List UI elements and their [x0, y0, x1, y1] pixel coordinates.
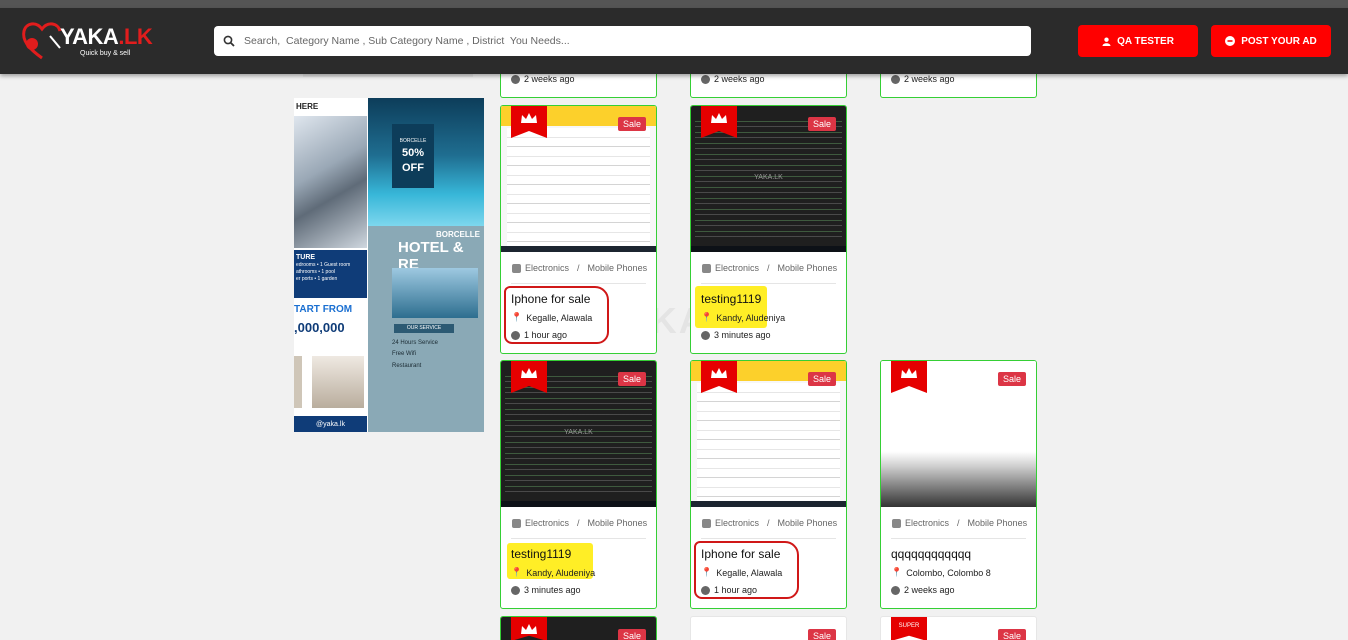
service-item: Free Wifi	[392, 351, 416, 358]
tag-icon	[892, 518, 901, 528]
site-logo[interactable]: YAKA.LK Quick buy & sell	[20, 18, 153, 64]
badge-off: OFF	[402, 162, 424, 174]
listing-card[interactable]: YAKA.LK Sale Electronics / Mobile Phones t…	[690, 105, 847, 354]
listing-card[interactable]: YAKA.LK Sale Electronics / Mobile Phones t…	[500, 360, 657, 609]
listing-title[interactable]: testing1119	[701, 292, 761, 306]
site-header: YAKA.LK Quick buy & sell QA TESTER POST …	[0, 8, 1348, 74]
feature-line: er ports • 1 garden	[296, 275, 338, 282]
start-from-text: TART FROM	[294, 304, 353, 315]
location-pin-icon: 📍	[891, 567, 903, 577]
badge-percent: 50%	[401, 147, 425, 159]
clock-icon	[511, 585, 520, 595]
listing-category: Electronics / Mobile Phones	[702, 263, 837, 273]
sale-badge: Sale	[617, 117, 646, 131]
listing-title[interactable]: qqqqqqqqqqqq	[891, 547, 971, 561]
location-pin-icon: 📍	[511, 567, 523, 577]
divider	[511, 538, 646, 539]
hotel-ad: BORCELLE 50% OFF BORCELLE HOTEL & RE OUR…	[368, 98, 484, 432]
search-icon	[214, 35, 244, 47]
clock-icon	[891, 74, 900, 84]
qa-tester-button[interactable]: QA TESTER	[1078, 25, 1198, 57]
hotel-brand: BORCELLE	[436, 230, 480, 239]
service-list: 24 Hours Service Free Wifi Restaurant	[392, 338, 438, 372]
listing-time: 2 weeks ago	[891, 74, 955, 84]
property-ad: HERE TURE edrooms • 1 Guest room athroom…	[294, 98, 367, 432]
room-image	[312, 356, 364, 408]
qa-tester-label: QA TESTER	[1117, 35, 1174, 47]
listing-location: 📍 Kandy, Aludeniya	[701, 312, 786, 323]
clock-icon	[891, 585, 900, 595]
listing-card-partial[interactable]: SUPER Sale	[880, 616, 1037, 640]
heart-logo-icon	[22, 22, 62, 60]
listing-category: Electronics / Mobile Phones	[512, 518, 647, 528]
clock-icon	[701, 74, 710, 84]
building-image	[294, 116, 367, 248]
feature-line: edrooms • 1 Guest room	[296, 262, 351, 269]
post-ad-button[interactable]: POST YOUR AD	[1211, 25, 1331, 57]
listing-card-partial[interactable]: Sale	[690, 616, 847, 640]
divider	[701, 283, 836, 284]
divider	[891, 538, 1026, 539]
banner-here-text: HERE	[296, 102, 319, 111]
listing-category: Electronics / Mobile Phones	[512, 263, 647, 273]
hotel-title: BORCELLE HOTEL & RE	[368, 230, 484, 273]
sale-badge: Sale	[617, 629, 646, 640]
annotation-red-circle	[504, 286, 609, 344]
browser-strip	[0, 0, 1348, 8]
hotel-photo	[392, 268, 478, 318]
listing-time: 3 minutes ago	[511, 585, 581, 595]
banner-footer: @yaka.lk	[294, 416, 367, 432]
price-text: ,000,000	[294, 320, 345, 335]
badge-brand: BORCELLE	[399, 138, 427, 144]
tag-icon	[512, 263, 521, 273]
listing-card[interactable]: Sale Electronics / Mobile Phones qqqqqqqqq…	[880, 360, 1037, 609]
divider	[511, 283, 646, 284]
room-image	[294, 356, 302, 408]
plus-circle-icon	[1225, 36, 1236, 46]
listing-time: 3 minutes ago	[701, 330, 771, 340]
listing-location: 📍 Kandy, Aludeniya	[511, 567, 596, 578]
search-input[interactable]	[244, 35, 1031, 47]
discount-badge: BORCELLE 50% OFF	[392, 124, 434, 188]
sale-badge: Sale	[997, 372, 1026, 386]
listing-category: Electronics / Mobile Phones	[892, 518, 1027, 528]
service-item: 24 Hours Service	[392, 340, 439, 346]
search-bar[interactable]	[214, 26, 1031, 56]
listing-card-partial[interactable]: Sale	[500, 616, 657, 640]
listing-time: 2 weeks ago	[701, 74, 765, 84]
sale-badge: Sale	[807, 372, 836, 386]
features-box: TURE edrooms • 1 Guest room athrooms • 1…	[294, 250, 367, 298]
annotation-red-circle	[694, 541, 799, 599]
tag-icon	[702, 263, 711, 273]
listing-time: 2 weeks ago	[891, 585, 955, 595]
features-title: TURE	[296, 254, 316, 261]
user-icon	[1102, 37, 1111, 46]
logo-tagline: Quick buy & sell	[80, 50, 131, 57]
service-item: Restaurant	[392, 362, 422, 369]
listing-time: 2 weeks ago	[511, 74, 575, 84]
logo-text: YAKA.LK	[60, 24, 153, 49]
sale-badge: Sale	[997, 629, 1026, 640]
super-ribbon: SUPER	[891, 617, 927, 640]
clock-icon	[701, 330, 710, 340]
sale-badge: Sale	[807, 629, 836, 640]
tag-icon	[512, 518, 521, 528]
promo-banner[interactable]: HERE TURE edrooms • 1 Guest room athroom…	[294, 98, 484, 432]
clock-icon	[511, 74, 520, 84]
service-title: OUR SERVICE	[394, 324, 454, 333]
sidebar-top-edge	[303, 74, 473, 77]
sale-badge: Sale	[617, 372, 646, 386]
location-pin-icon: 📍	[701, 312, 713, 322]
feature-line: athrooms • 1 pool	[296, 269, 335, 276]
post-ad-label: POST YOUR AD	[1241, 35, 1317, 47]
sale-badge: Sale	[807, 117, 836, 131]
divider	[701, 538, 836, 539]
listing-location: 📍 Colombo, Colombo 8	[891, 567, 991, 578]
listing-title[interactable]: testing1119	[511, 547, 571, 561]
tag-icon	[702, 518, 711, 528]
listing-category: Electronics / Mobile Phones	[702, 518, 837, 528]
